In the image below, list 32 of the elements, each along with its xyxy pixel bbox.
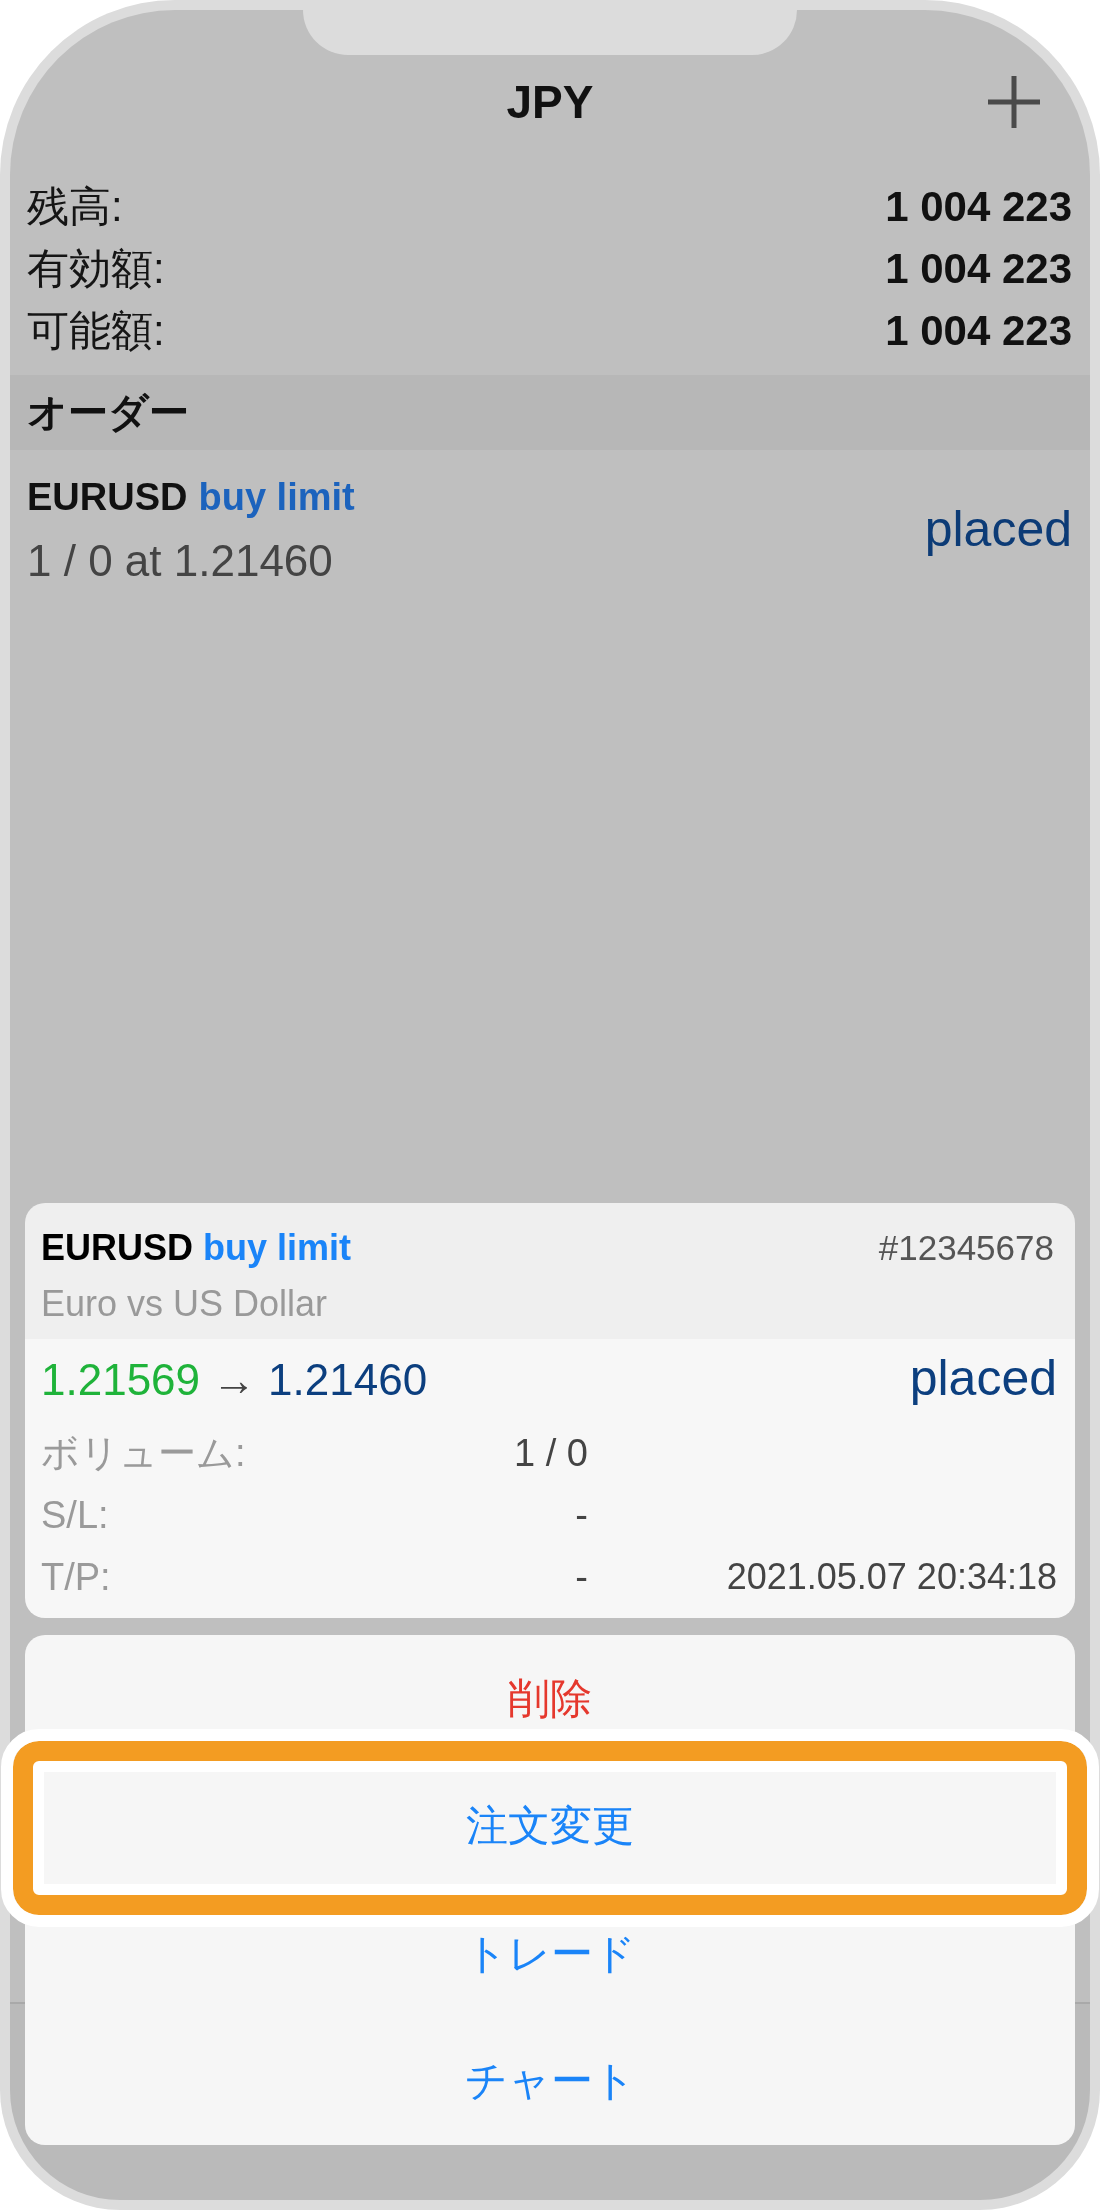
- plus-icon[interactable]: [988, 76, 1040, 128]
- order-details: 1 / 0 at 1.21460: [27, 535, 334, 587]
- field-value: -: [575, 1555, 588, 1599]
- summary-label: 可能額:: [27, 306, 165, 356]
- order-symbol: EURUSD: [27, 475, 188, 519]
- open-price: 1.21569: [41, 1354, 201, 1406]
- order-status: placed: [924, 500, 1072, 558]
- action-sheet-button[interactable]: チャート: [25, 2017, 1075, 2145]
- action-sheet-button[interactable]: 削除: [25, 1635, 1075, 1763]
- order-type: buy limit: [198, 475, 355, 519]
- section-header: オーダー: [10, 375, 1090, 450]
- current-price: 1.21460: [268, 1354, 428, 1406]
- symbol-description: Euro vs US Dollar: [41, 1282, 329, 1326]
- order-status: placed: [909, 1349, 1057, 1408]
- summary-value: 1 004 223: [885, 307, 1072, 355]
- order-type: buy limit: [203, 1226, 352, 1270]
- action-sheet-button[interactable]: 注文変更: [25, 1762, 1075, 1890]
- order-time: 2021.05.07 20:34:18: [726, 1556, 1057, 1598]
- field-label: T/P:: [41, 1555, 112, 1599]
- field-value: 1 / 0: [514, 1431, 588, 1475]
- summary-label: 有効額:: [27, 244, 165, 294]
- summary-value: 1 004 223: [885, 183, 1072, 231]
- ticket-number: #12345678: [878, 1227, 1054, 1269]
- summary-value: 1 004 223: [885, 245, 1072, 293]
- order-symbol: EURUSD: [41, 1226, 193, 1270]
- field-label: S/L:: [41, 1493, 110, 1537]
- price-arrow: →: [212, 1354, 257, 1406]
- field-value: -: [575, 1493, 588, 1537]
- nav-title: JPY: [506, 75, 594, 130]
- field-label: ボリューム:: [41, 1430, 247, 1476]
- summary-label: 残高:: [27, 182, 123, 232]
- action-sheet-button[interactable]: トレード: [25, 1890, 1075, 2018]
